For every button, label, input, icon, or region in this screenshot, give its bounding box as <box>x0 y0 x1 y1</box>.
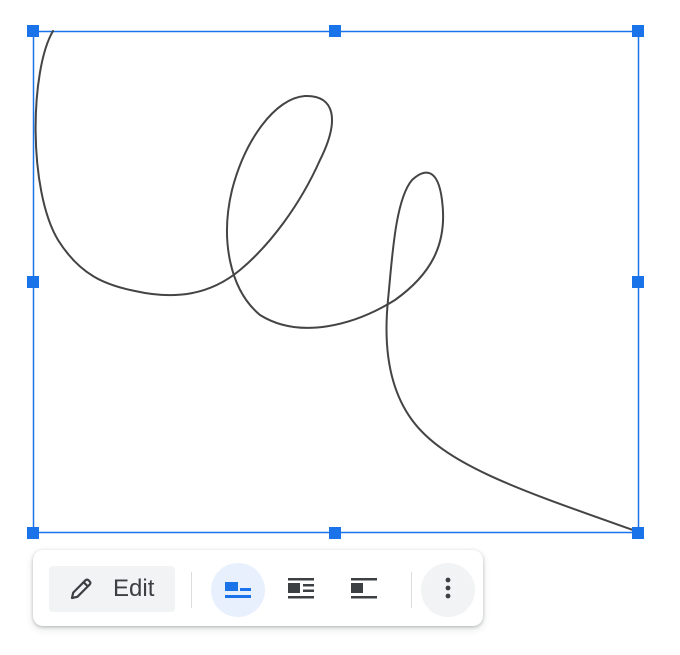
resize-handle-top-right[interactable] <box>632 25 644 37</box>
inline-button[interactable] <box>211 563 265 617</box>
resize-handle-left[interactable] <box>27 276 39 288</box>
toolbar-divider <box>191 572 192 608</box>
wrap-text-icon <box>287 577 315 604</box>
more-options-button[interactable] <box>421 563 475 617</box>
selected-drawing[interactable] <box>0 0 680 548</box>
selection-border <box>32 30 640 534</box>
image-options-toolbar: Edit <box>33 550 483 626</box>
resize-handle-bottom[interactable] <box>329 527 341 539</box>
edit-button-label: Edit <box>113 575 155 602</box>
resize-handle-top-left[interactable] <box>27 25 39 37</box>
drawing-canvas[interactable] <box>0 0 680 548</box>
resize-handle-right[interactable] <box>632 276 644 288</box>
wrap-text-button[interactable] <box>274 563 328 617</box>
toolbar-divider <box>411 572 412 608</box>
resize-handle-bottom-left[interactable] <box>27 527 39 539</box>
break-text-button[interactable] <box>337 563 391 617</box>
break-text-icon <box>350 577 378 604</box>
resize-handle-top[interactable] <box>329 25 341 37</box>
edit-button[interactable]: Edit <box>49 566 175 612</box>
more-vertical-icon <box>445 576 451 605</box>
resize-handle-bottom-right[interactable] <box>632 527 644 539</box>
inline-icon <box>224 577 252 604</box>
scribble-stroke <box>34 30 634 531</box>
pencil-icon <box>67 575 95 603</box>
